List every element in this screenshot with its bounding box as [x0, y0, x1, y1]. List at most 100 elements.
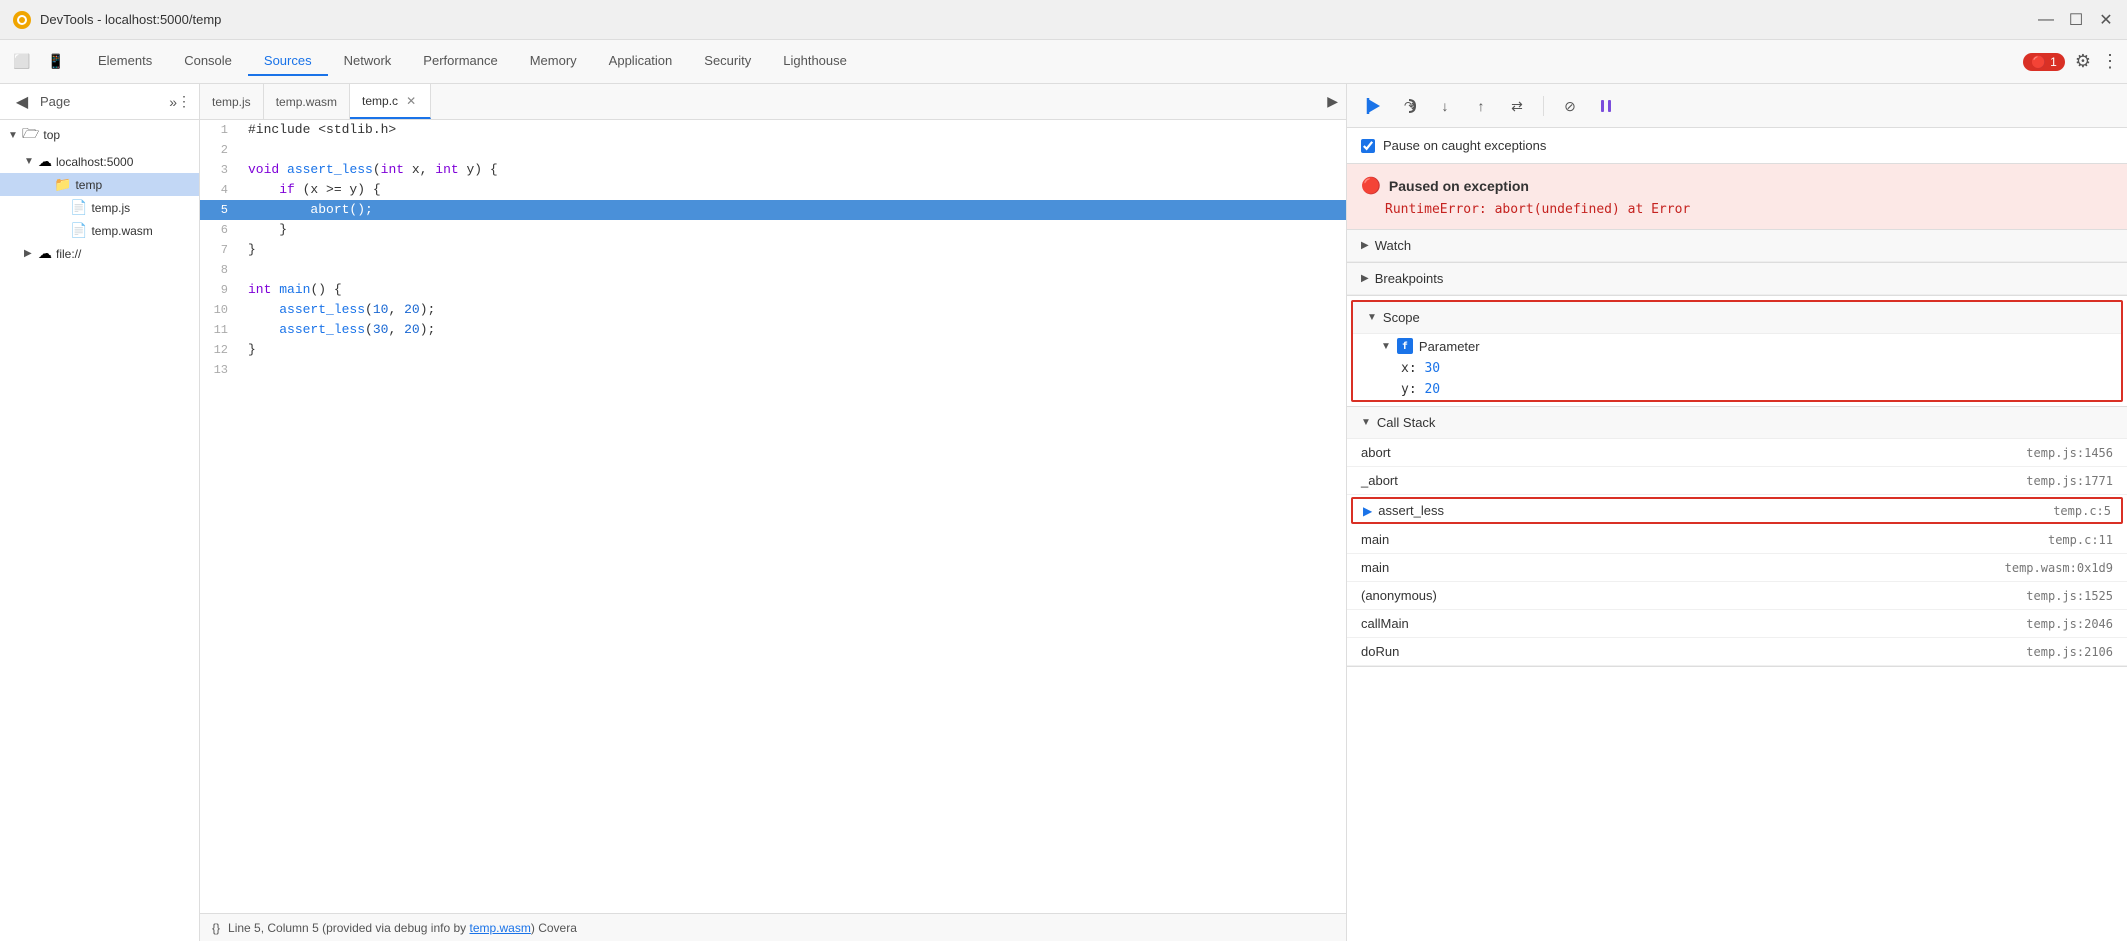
tab-sources[interactable]: Sources [248, 47, 328, 76]
tree-item-localhost[interactable]: ▼ ☁ localhost:5000 [0, 150, 199, 173]
tree-item-temp-js[interactable]: 📄 temp.js [0, 196, 199, 219]
svg-text:↑: ↑ [1478, 98, 1485, 114]
pause-caught-checkbox[interactable] [1361, 139, 1375, 153]
file-tree-header-label: Page [36, 94, 169, 109]
collapse-file-tree-button[interactable]: ◀ [8, 88, 36, 116]
call-stack-frame-callmain[interactable]: callMain temp.js:2046 [1347, 610, 2127, 638]
line-number-8: 8 [200, 260, 240, 280]
chevron-down-icon: ▼ [1381, 341, 1391, 352]
tree-item-temp-wasm[interactable]: 📄 temp.wasm [0, 219, 199, 242]
scope-section: ▼ Scope ▼ f Parameter x: 30 y: 20 [1351, 300, 2123, 402]
main-layout: ◀ Page » ⋮ ▼ 🗁 top ▼ ☁ localhost:5000 [0, 84, 2127, 941]
call-stack-frame-dorun[interactable]: doRun temp.js:2106 [1347, 638, 2127, 666]
line-number-3: 3 [200, 160, 240, 180]
source-tab-arrow-button[interactable]: ▶ [1319, 93, 1346, 110]
tab-console[interactable]: Console [168, 47, 248, 76]
pause-on-exception-button[interactable] [1592, 92, 1620, 120]
settings-button[interactable]: ⚙ [2075, 51, 2091, 72]
source-area: temp.js temp.wasm temp.c ✕ ▶ 1 #include … [200, 84, 1347, 941]
tab-application[interactable]: Application [593, 47, 689, 76]
file-tree-panel: ◀ Page » ⋮ ▼ 🗁 top ▼ ☁ localhost:5000 [0, 84, 200, 941]
deactivate-button[interactable]: ⊘ [1556, 92, 1584, 120]
code-text-5: abort(); [240, 200, 381, 220]
param-y-value: 20 [1424, 382, 1440, 397]
code-editor[interactable]: 1 #include <stdlib.h> 2 3 void assert_le… [200, 120, 1346, 913]
debug-body[interactable]: Pause on caught exceptions 🔴 Paused on e… [1347, 128, 2127, 941]
frame-fn-abort: abort [1361, 445, 1391, 460]
watch-header[interactable]: ▶ Watch [1347, 230, 2127, 262]
tab-security[interactable]: Security [688, 47, 767, 76]
code-text-12: } [240, 340, 264, 360]
exception-panel: 🔴 Paused on exception RuntimeError: abor… [1347, 164, 2127, 230]
chevron-down-icon: ▼ [1367, 312, 1377, 323]
code-text-4: if (x >= y) { [240, 180, 389, 200]
breakpoints-header[interactable]: ▶ Breakpoints [1347, 263, 2127, 295]
file-tree-more-button[interactable]: ⋮ [177, 93, 191, 110]
step-over-button[interactable]: ↷ [1395, 92, 1423, 120]
scope-parameter-row[interactable]: ▼ f Parameter [1353, 334, 2121, 358]
tab-label-temp-js: temp.js [212, 95, 251, 109]
source-tab-temp-c[interactable]: temp.c ✕ [350, 84, 431, 119]
breakpoints-label: Breakpoints [1375, 271, 1444, 286]
file-tree-chevron-button[interactable]: » [169, 94, 177, 110]
code-text-1: #include <stdlib.h> [240, 120, 404, 140]
code-line-13: 13 [200, 360, 1346, 380]
call-stack-header[interactable]: ▼ Call Stack [1347, 406, 2127, 439]
line-number-12: 12 [200, 340, 240, 360]
exception-title: Paused on exception [1389, 178, 1529, 194]
call-stack-frame-_abort[interactable]: _abort temp.js:1771 [1347, 467, 2127, 495]
chevron-right-icon: ▶ [1361, 273, 1369, 284]
inspect-icon-button[interactable]: ⬜ [8, 48, 36, 76]
code-text-2 [240, 140, 264, 160]
exception-header: 🔴 Paused on exception [1361, 176, 2113, 196]
scope-header[interactable]: ▼ Scope [1353, 302, 2121, 334]
parameter-label: Parameter [1419, 339, 1480, 354]
call-stack-label: Call Stack [1377, 415, 1436, 430]
step-button[interactable]: ⇄ [1503, 92, 1531, 120]
frame-fn-main-c: main [1361, 532, 1389, 547]
format-icon[interactable]: {} [212, 921, 220, 935]
tab-network[interactable]: Network [328, 47, 408, 76]
code-line-8: 8 [200, 260, 1346, 280]
restore-button[interactable]: ☐ [2067, 11, 2085, 29]
tab-memory[interactable]: Memory [514, 47, 593, 76]
call-stack-frame-abort[interactable]: abort temp.js:1456 [1347, 439, 2127, 467]
cloud-icon: ☁ [38, 153, 52, 170]
call-stack-frame-assert-less[interactable]: ▶ assert_less temp.c:5 [1351, 497, 2123, 524]
frame-loc-abort: temp.js:1456 [2026, 446, 2113, 460]
tree-item-file[interactable]: ▶ ☁ file:// [0, 242, 199, 265]
chevron-down-icon: ▼ [8, 130, 22, 141]
code-line-12: 12 } [200, 340, 1346, 360]
call-stack-frame-anonymous[interactable]: (anonymous) temp.js:1525 [1347, 582, 2127, 610]
cloud-icon: ☁ [38, 245, 52, 262]
frame-loc-assert-less: temp.c:5 [2053, 504, 2111, 518]
debug-toolbar: ↷ ↓ ↑ ⇄ ⊘ [1347, 84, 2127, 128]
resume-button[interactable] [1359, 92, 1387, 120]
param-x-key: x: [1401, 361, 1424, 376]
call-stack-frame-main-c[interactable]: main temp.c:11 [1347, 526, 2127, 554]
pause-caught-label: Pause on caught exceptions [1383, 138, 1546, 153]
tree-item-temp-folder[interactable]: 📁 temp [0, 173, 199, 196]
menu-bar: ⬜ 📱 Elements Console Sources Network Per… [0, 40, 2127, 84]
line-number-13: 13 [200, 360, 240, 380]
step-into-button[interactable]: ↓ [1431, 92, 1459, 120]
source-tab-temp-wasm[interactable]: temp.wasm [264, 84, 350, 119]
call-stack-frame-main-wasm[interactable]: main temp.wasm:0x1d9 [1347, 554, 2127, 582]
device-icon-button[interactable]: 📱 [42, 48, 70, 76]
tree-item-top[interactable]: ▼ 🗁 top [0, 120, 199, 150]
step-out-button[interactable]: ↑ [1467, 92, 1495, 120]
temp-wasm-link[interactable]: temp.wasm [470, 921, 531, 935]
minimize-button[interactable]: — [2037, 11, 2055, 29]
tab-elements[interactable]: Elements [82, 47, 168, 76]
tab-lighthouse[interactable]: Lighthouse [767, 47, 863, 76]
close-tab-button[interactable]: ✕ [404, 94, 418, 108]
line-number-2: 2 [200, 140, 240, 160]
more-button[interactable]: ⋮ [2101, 51, 2119, 72]
code-line-4: 4 if (x >= y) { [200, 180, 1346, 200]
frame-loc-main-wasm: temp.wasm:0x1d9 [2005, 561, 2113, 575]
error-badge[interactable]: 🔴 1 [2023, 53, 2065, 71]
toolbar-separator [1543, 96, 1544, 116]
tab-performance[interactable]: Performance [407, 47, 513, 76]
close-button[interactable]: ✕ [2097, 11, 2115, 29]
source-tab-temp-js[interactable]: temp.js [200, 84, 264, 119]
